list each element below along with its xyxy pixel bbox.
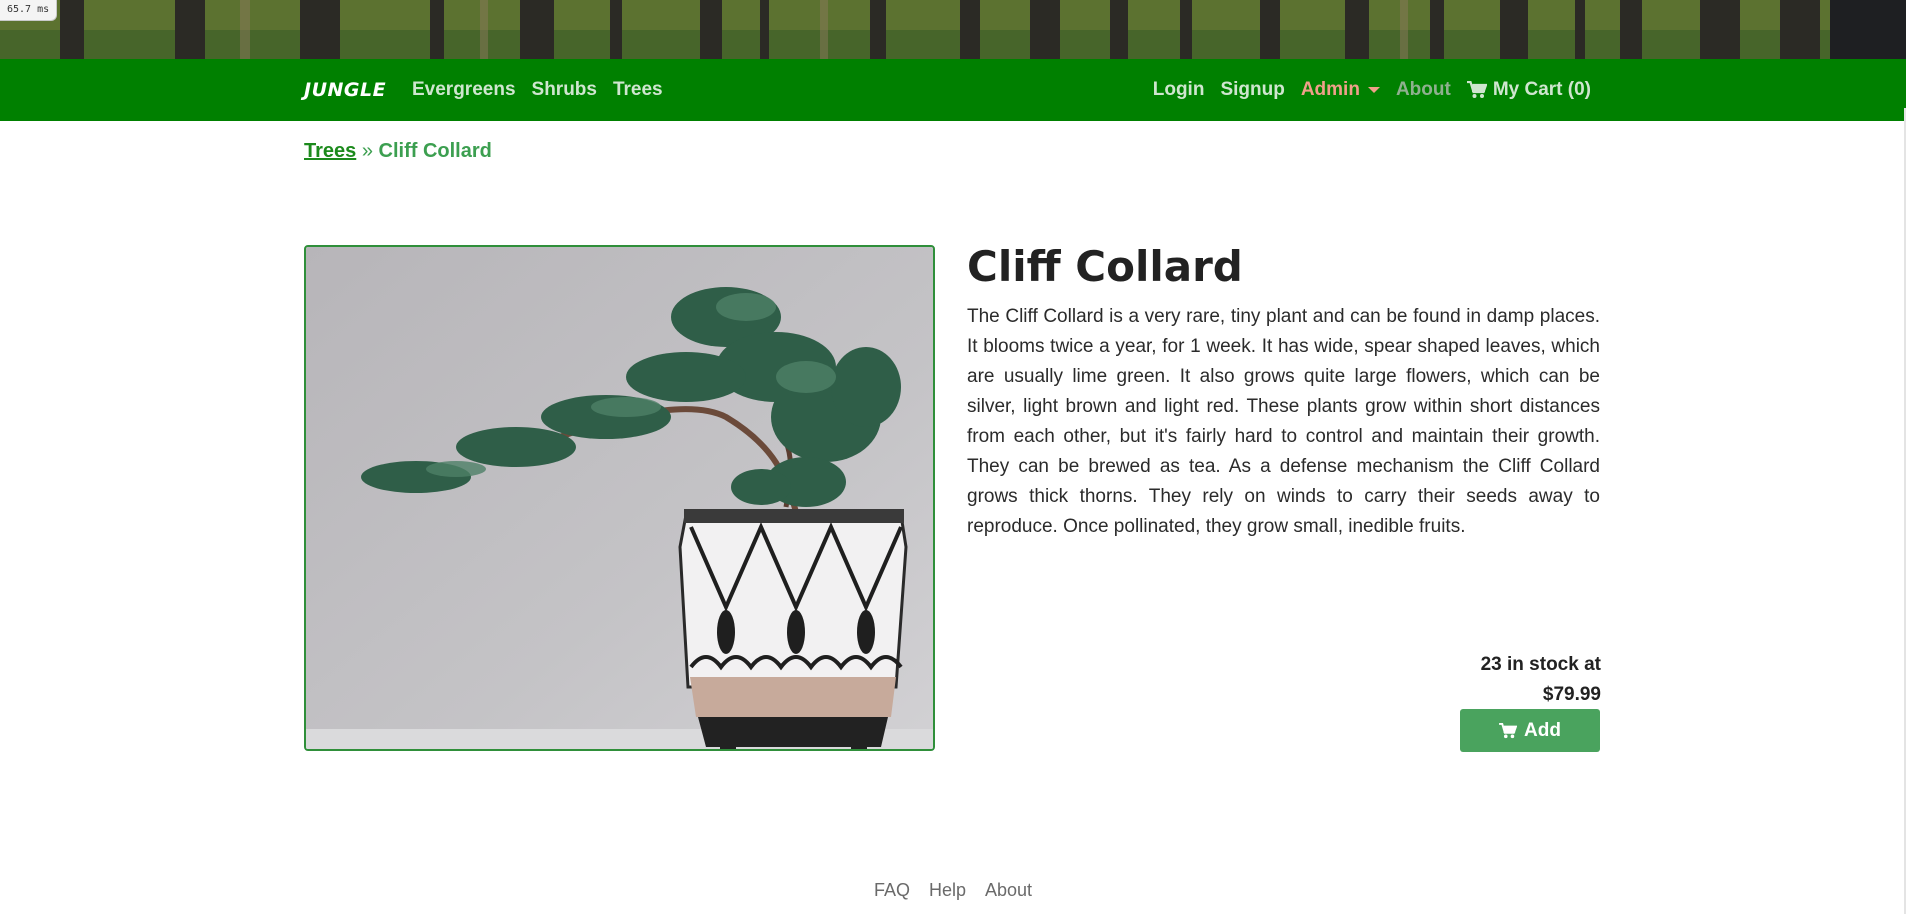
stock-price-block: 23 in stock at $79.99 bbox=[1481, 650, 1601, 710]
footer-link-about[interactable]: About bbox=[985, 880, 1032, 900]
product-title: Cliff Collard bbox=[967, 242, 1243, 291]
nav-link-evergreens[interactable]: Evergreens bbox=[412, 79, 516, 101]
breadcrumb-separator: » bbox=[361, 140, 373, 162]
add-to-cart-button[interactable]: Add bbox=[1460, 709, 1600, 752]
nav-admin-dropdown[interactable]: Admin bbox=[1301, 79, 1380, 101]
nav-link-shrubs[interactable]: Shrubs bbox=[532, 79, 597, 101]
render-timer: 65.7 ms bbox=[0, 0, 58, 21]
nav-admin-label: Admin bbox=[1300, 79, 1360, 100]
shopping-cart-icon bbox=[1466, 81, 1487, 98]
nav-link-about[interactable]: About bbox=[1396, 79, 1451, 101]
nav-link-trees[interactable]: Trees bbox=[613, 79, 663, 101]
nav-link-cart[interactable]: My Cart (0) bbox=[1466, 79, 1591, 101]
caret-down-icon bbox=[1367, 87, 1380, 93]
nav-link-signup[interactable]: Signup bbox=[1220, 79, 1284, 101]
shopping-cart-icon bbox=[1499, 722, 1518, 738]
brand-logo[interactable]: JUNGLE bbox=[304, 59, 386, 121]
nav-link-login[interactable]: Login bbox=[1153, 79, 1205, 101]
add-button-label: Add bbox=[1524, 719, 1561, 741]
nav-user: Login Signup Admin About My Cart (0) bbox=[1153, 59, 1591, 121]
nav-categories: Evergreens Shrubs Trees bbox=[412, 59, 663, 121]
product-description: The Cliff Collard is a very rare, tiny p… bbox=[967, 306, 1600, 537]
product-price: $79.99 bbox=[1542, 684, 1601, 705]
breadcrumb-current: Cliff Collard bbox=[378, 140, 492, 162]
footer: FAQ Help About bbox=[0, 880, 1906, 901]
stock-count: 23 in stock at bbox=[1480, 654, 1601, 675]
footer-link-help[interactable]: Help bbox=[929, 880, 966, 900]
forest-banner bbox=[0, 0, 1906, 59]
breadcrumb: Trees » Cliff Collard bbox=[304, 140, 492, 163]
breadcrumb-link-trees[interactable]: Trees bbox=[304, 140, 356, 162]
footer-link-faq[interactable]: FAQ bbox=[874, 880, 910, 900]
navbar: JUNGLE Evergreens Shrubs Trees Login Sig… bbox=[0, 59, 1906, 121]
nav-cart-label: My Cart (0) bbox=[1492, 79, 1591, 100]
product-image bbox=[304, 245, 935, 751]
